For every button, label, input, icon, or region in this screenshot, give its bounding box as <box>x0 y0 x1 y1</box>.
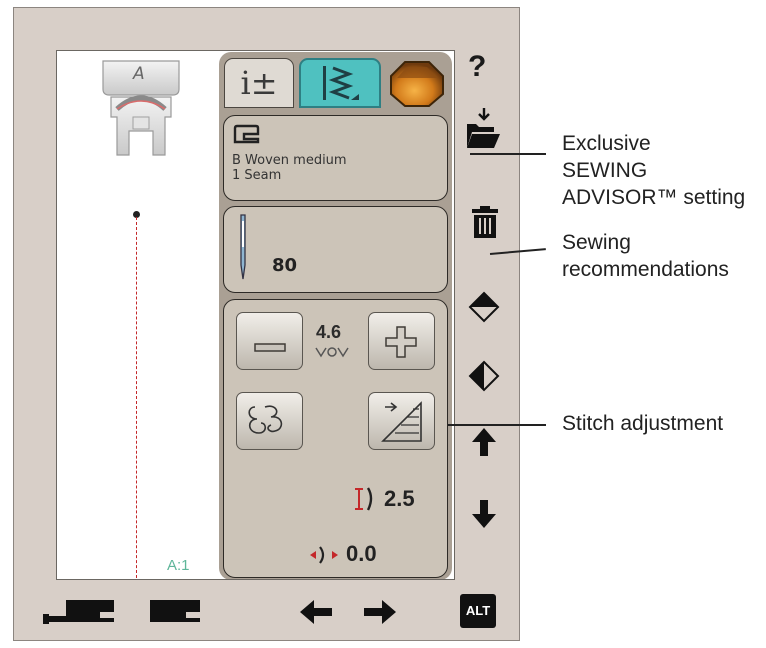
fabric-type: B Woven medium <box>232 153 347 168</box>
arrow-down-icon[interactable] <box>470 498 498 530</box>
stitch-options-button[interactable] <box>236 392 303 450</box>
tab-info[interactable]: i± <box>224 58 294 108</box>
jewel-icon <box>390 61 444 107</box>
touch-screen: A A:1 i± B Woven medium 1 Seam 80 4.6 2.… <box>56 50 455 580</box>
sewing-technique: 1 Seam <box>232 168 282 183</box>
annotation-adjustment: Stitch adjustment <box>562 412 724 435</box>
increase-width-button[interactable] <box>368 312 435 370</box>
stitch-position-value: 0.0 <box>346 541 377 566</box>
mirror-end-icon[interactable] <box>468 360 500 392</box>
needle-recommendation-card[interactable]: 80 <box>223 206 448 293</box>
plus-icon <box>385 326 417 358</box>
mirror-side-icon[interactable] <box>468 291 500 323</box>
sewing-machine-icon <box>233 124 260 144</box>
tab-stitch-settings[interactable] <box>299 58 381 108</box>
leader-line-advisor <box>470 153 546 155</box>
machine-left-icon[interactable] <box>40 596 124 626</box>
annotation-recommendations: Sewing recommendations <box>562 231 729 281</box>
leader-line-adjustment <box>448 424 546 426</box>
stitch-length-value: 2.5 <box>384 486 415 511</box>
tab-jewel[interactable] <box>387 58 447 108</box>
machine-right-icon[interactable] <box>144 596 204 626</box>
settings-panel: i± B Woven medium 1 Seam 80 4.6 2.5 0.0 <box>219 52 452 579</box>
annotation-advisor: Exclusive SEWING ADVISOR™ setting <box>562 132 746 209</box>
stitch-id-label: A:1 <box>167 557 190 574</box>
stitch-width-value: 4.6 <box>316 322 342 342</box>
presser-foot-letter: A <box>133 64 145 84</box>
stitch-position-icon <box>310 546 338 564</box>
stitch-options-icon <box>248 405 283 434</box>
save-folder-icon[interactable] <box>464 106 502 150</box>
decrease-width-button[interactable] <box>236 312 303 370</box>
stitch-width-icon <box>315 347 349 358</box>
arrow-up-icon[interactable] <box>470 426 498 458</box>
needle-size-value: 80 <box>272 255 298 276</box>
stitch-adjustment-card: 4.6 2.5 0.0 <box>223 299 448 578</box>
stitch-settings-icon <box>323 66 359 100</box>
arrow-right-icon[interactable] <box>362 598 398 626</box>
needle-icon <box>240 214 246 280</box>
stitch-length-icon <box>355 487 373 511</box>
fabric-setting-card[interactable]: B Woven medium 1 Seam <box>223 115 448 201</box>
alt-button[interactable]: ALT <box>460 594 496 628</box>
stitch-preview-line <box>136 217 137 579</box>
sewing-machine-panel: A A:1 i± B Woven medium 1 Seam 80 4.6 2.… <box>13 7 520 641</box>
delete-icon[interactable] <box>470 204 500 240</box>
arrow-left-icon[interactable] <box>298 598 334 626</box>
help-icon[interactable]: ? <box>468 50 486 84</box>
minus-icon <box>254 343 286 352</box>
tapering-button[interactable] <box>368 392 435 450</box>
tapering-icon <box>381 401 422 442</box>
